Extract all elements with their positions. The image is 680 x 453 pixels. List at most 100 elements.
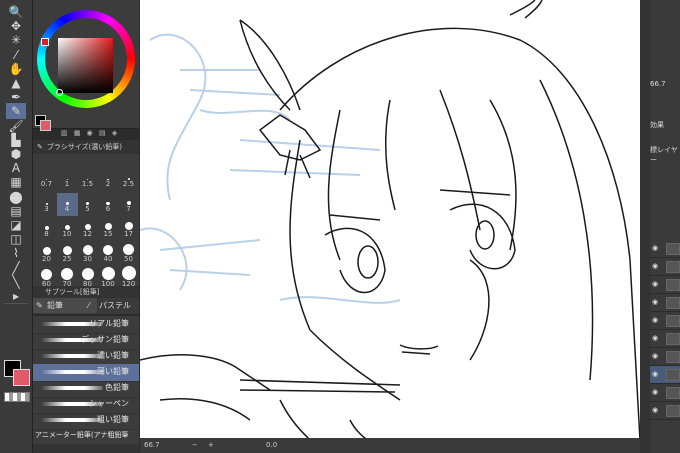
brush-size-option[interactable]: 12 (77, 218, 98, 241)
sub-color-swatch[interactable] (13, 369, 30, 386)
mini-sub-color[interactable] (40, 120, 51, 131)
brush-size-dot (62, 246, 72, 255)
brush-size-label: 8 (44, 230, 49, 238)
brush-size-option[interactable]: 6 (98, 193, 119, 216)
brush-size-label: 30 (83, 255, 92, 263)
pastel-tab-icon: ⁄ (88, 301, 90, 310)
layer-row[interactable]: ◉ (650, 366, 680, 384)
brush-size-option[interactable]: 25 (57, 243, 78, 266)
layer-row[interactable]: ◉ (650, 384, 680, 402)
brush-size-title: ブラシサイズ(濃い鉛筆) (46, 143, 122, 151)
right-scrollbar[interactable] (640, 0, 650, 453)
eye-icon[interactable]: ◉ (652, 370, 660, 378)
brush-size-dot (123, 244, 134, 255)
canvas-angle-value[interactable]: 0.0 (216, 441, 277, 449)
brush-size-option[interactable]: 50 (118, 243, 139, 266)
eye-icon[interactable]: ◉ (652, 406, 660, 414)
transparent-color-swatch[interactable] (4, 392, 30, 402)
subtool-item-label: デッサン鉛筆 (81, 335, 129, 344)
brush-size-option[interactable]: 5 (77, 193, 98, 216)
subtool-item-label: 色鉛筆 (105, 383, 129, 392)
brush-size-dot (104, 223, 112, 230)
subtool-footer (33, 444, 139, 453)
brush-size-option[interactable]: 30 (77, 243, 98, 266)
brush-size-dot (121, 266, 136, 280)
layer-row[interactable]: ◉ (650, 348, 680, 366)
brush-size-option[interactable]: 40 (98, 243, 119, 266)
eye-icon[interactable]: ◉ (652, 244, 660, 252)
layer-row[interactable]: ◉ (650, 258, 680, 276)
brush-stroke-preview (41, 370, 103, 374)
layer-row[interactable]: ◉ (650, 312, 680, 330)
layer-thumbnail (666, 243, 680, 255)
subtool-tabs: ✎ 鉛筆 ⁄ パステル (33, 298, 139, 314)
brush-stroke-preview (41, 418, 103, 422)
eye-icon[interactable]: ◉ (652, 316, 660, 324)
color-picker-marker[interactable] (56, 89, 63, 96)
brush-size-label: 25 (62, 255, 72, 263)
layer-row[interactable]: ◉ (650, 402, 680, 420)
layer-row[interactable]: ◉ (650, 294, 680, 312)
brush-size-header: ✎ ブラシサイズ(濃い鉛筆) (33, 140, 139, 154)
brush-size-label: 2.5 (122, 180, 135, 188)
eye-icon[interactable]: ◉ (652, 352, 660, 360)
brush-size-option[interactable]: 10 (57, 218, 78, 241)
subtool-item-label: シャーペン (89, 399, 129, 408)
zoom-in-icon[interactable]: + (200, 441, 214, 449)
brush-size-label: 20 (42, 255, 51, 263)
color-wheel-panel: ▥ ▦ ◉ ▤ ◈ (33, 0, 139, 137)
brush-size-option[interactable]: 7 (118, 193, 139, 216)
brush-size-dot (42, 247, 51, 255)
canvas-zoom-value[interactable]: 66.7 (140, 441, 160, 449)
brush-size-dot (124, 222, 133, 230)
brush-icon: ✎ (37, 143, 43, 151)
eye-icon[interactable]: ◉ (652, 262, 660, 270)
layer-thumbnail (666, 333, 680, 345)
layer-thumbnail (666, 351, 680, 363)
brush-size-label: 15 (103, 230, 113, 238)
brush-size-option[interactable]: 15 (98, 218, 119, 241)
eye-icon[interactable]: ◉ (652, 280, 660, 288)
eye-icon[interactable]: ◉ (652, 334, 660, 342)
brush-size-option[interactable]: 2 (98, 168, 119, 191)
brush-size-option[interactable]: 4 (56, 193, 78, 216)
brush-size-option[interactable]: 3 (36, 193, 57, 216)
right-zoom-value[interactable]: 66.7 (650, 80, 680, 88)
pencil-tab-icon: ✎ (36, 301, 43, 310)
subtool-item-label: リアル鉛筆 (89, 319, 129, 328)
brush-size-option[interactable]: 2.5 (118, 168, 139, 191)
brush-size-option[interactable]: 8 (36, 218, 57, 241)
brush-size-label: 4 (64, 205, 70, 213)
canvas-status-bar: 66.7 − + 0.0 (140, 438, 640, 453)
brush-size-label: 17 (124, 230, 133, 238)
canvas-artwork (139, 0, 641, 441)
brush-size-option[interactable]: 1.5 (77, 168, 98, 191)
brush-size-label: 1.5 (81, 180, 94, 188)
effect-label: 効果 (650, 121, 664, 129)
layer-row[interactable]: ◉ (650, 330, 680, 348)
drawing-canvas[interactable] (139, 0, 641, 441)
tab-pencil-label: 鉛筆 (47, 301, 63, 310)
saturation-value-square[interactable] (58, 38, 113, 93)
layer-thumbnail (666, 405, 680, 417)
layer-row[interactable]: ◉ (650, 276, 680, 294)
operation-tool-icon[interactable]: ▸ (6, 288, 26, 304)
brush-size-panel: 0.7 1 1.5 2 2.5 3 4 5 6 7 8 10 12 15 17 20 25 30 40 50 60 70 8… (33, 154, 139, 294)
brush-size-label: 5 (85, 205, 90, 213)
brush-size-option[interactable]: 1 (57, 168, 78, 191)
zoom-out-icon[interactable]: − (162, 441, 198, 449)
brush-stroke-preview (41, 386, 103, 390)
tool-divider (4, 303, 28, 304)
subtool-item-label: 濃い鉛筆 (97, 351, 129, 360)
eye-icon[interactable]: ◉ (652, 388, 660, 396)
subtool-item-label: アニメーター鉛筆(アナ粗鉛筆 (35, 431, 129, 439)
brush-size-option[interactable]: 0.7 (36, 168, 57, 191)
eye-icon[interactable]: ◉ (652, 298, 660, 306)
brush-size-option[interactable]: 20 (36, 243, 57, 266)
brush-size-label: 6 (105, 205, 111, 213)
brush-size-label: 50 (124, 255, 133, 263)
layer-row[interactable]: ◉ (650, 240, 680, 258)
hue-marker[interactable] (41, 38, 49, 46)
color-mode-tabs[interactable]: ▥ ▦ ◉ ▤ ◈ (61, 129, 139, 138)
brush-size-option[interactable]: 17 (118, 218, 139, 241)
